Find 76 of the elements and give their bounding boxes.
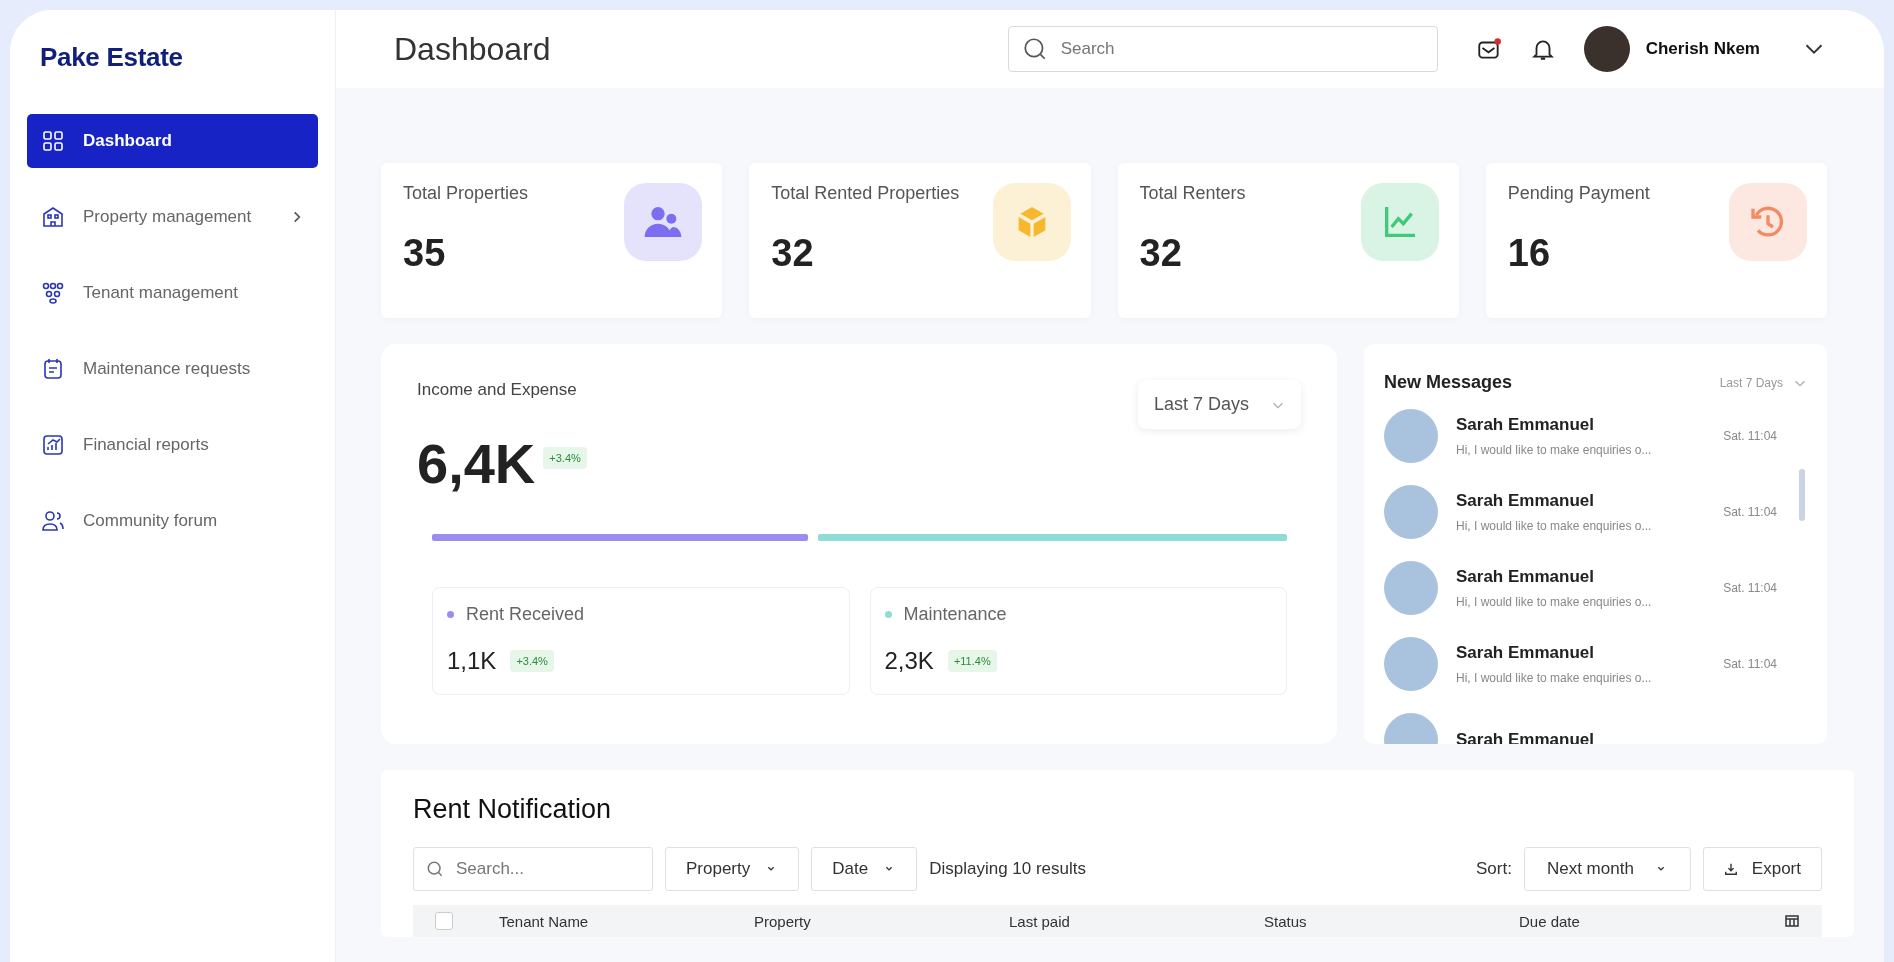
avatar — [1384, 637, 1438, 691]
sidebar-item[interactable]: Property management — [27, 190, 318, 244]
stat-label: Total Renters — [1139, 183, 1246, 204]
total-amount: 6,4K — [417, 431, 536, 496]
card-title: Income and Expense — [417, 380, 577, 400]
search-field[interactable]: Search — [1007, 26, 1438, 72]
message-item[interactable]: Sarah Emmanuel Hi, I would like to make enquiries o... Sat. 11:04 — [1384, 485, 1807, 539]
change-tag: +3.4% — [543, 446, 587, 469]
stat-value: 32 — [1139, 232, 1183, 275]
brand-logo: Pake Estate — [39, 41, 184, 74]
search-icon — [425, 859, 445, 879]
stat-label: Total Rented Properties — [771, 183, 960, 204]
avatar — [1384, 409, 1438, 463]
checkbox[interactable] — [435, 912, 453, 930]
stat-value: 16 — [1507, 232, 1552, 275]
message-item[interactable]: Sarah Emmanuel Hi, I would like to make enquiries o... Sat. 11:04 — [1384, 637, 1807, 691]
search-icon — [1021, 36, 1048, 62]
message-preview: Hi, I would like to make enquiries o... — [1456, 519, 1653, 533]
avatar — [1384, 561, 1438, 615]
message-preview: Hi, I would like to make enquiries o... — [1456, 595, 1653, 609]
search-field[interactable]: Search... — [413, 847, 653, 891]
message-item[interactable]: Sarah Emmanuel Hi, I would like to make enquiries o... Sat. 11:04 — [1384, 409, 1807, 463]
grid-icon — [41, 129, 65, 153]
breakdown-value: 2,3K — [884, 647, 934, 675]
stat-value: 32 — [771, 232, 815, 275]
mail-icon[interactable] — [1475, 36, 1502, 62]
sender-name: Sarah Emmanuel — [1456, 567, 1595, 587]
breakdown-label: Maintenance — [903, 604, 1007, 625]
sender-name: Sarah Emmanuel — [1456, 491, 1595, 511]
breakdown-value: 1,1K — [447, 647, 497, 675]
period-dropdown[interactable]: Last 7 Days — [1137, 380, 1301, 429]
message-preview: Hi, I would like to make enquiries o... — [1456, 671, 1653, 685]
report-icon — [41, 433, 65, 457]
column-header: Last paid — [1009, 912, 1071, 930]
change-tag: +11.4% — [947, 650, 997, 672]
user-name: Cherish Nkem — [1645, 39, 1760, 59]
message-preview: Hi, I would like to make enquiries o... — [1456, 443, 1653, 457]
download-icon — [1723, 862, 1738, 876]
column-header: Property — [754, 912, 812, 930]
building-icon — [41, 205, 65, 229]
filter-dropdown[interactable]: Date — [811, 847, 918, 891]
stat-label: Pending Payment — [1507, 183, 1650, 204]
avatar — [1384, 485, 1438, 539]
scrollbar[interactable] — [1799, 469, 1805, 521]
sender-name: Sarah Emmanuel — [1456, 643, 1595, 663]
message-time: Sat. 11:04 — [1723, 581, 1777, 595]
users-icon — [41, 509, 65, 533]
result-count: Displaying 10 results — [929, 859, 1087, 879]
sidebar-item[interactable]: Financial reports — [27, 418, 318, 472]
column-header: Status — [1264, 912, 1308, 930]
export-button[interactable]: Export — [1702, 847, 1822, 891]
message-time: Sat. 11:04 — [1723, 657, 1777, 671]
columns-icon[interactable] — [1784, 913, 1800, 929]
change-tag: +3.4% — [510, 650, 554, 672]
sidebar-item[interactable]: Dashboard — [27, 114, 318, 168]
sidebar-item[interactable]: Tenant management — [27, 266, 318, 320]
sort-dropdown[interactable]: Next month — [1523, 847, 1691, 891]
message-time: Sat. 11:04 — [1723, 505, 1777, 519]
filter-dropdown[interactable]: Property — [665, 847, 800, 891]
stat-value: 35 — [403, 232, 447, 275]
message-item[interactable]: Sarah Emmanuel Hi, I would like to make enquiries o... Sat. 11:04 — [1384, 561, 1807, 615]
calendar-icon — [41, 357, 65, 381]
stat-label: Total Properties — [403, 183, 529, 204]
page-title: Dashboard — [394, 30, 552, 68]
column-header: Due date — [1519, 912, 1581, 930]
breakdown-label: Rent Received — [466, 604, 585, 625]
people-icon — [41, 281, 65, 305]
card-title: New Messages — [1384, 372, 1514, 393]
message-time: Sat. 11:04 — [1723, 429, 1777, 443]
user-avatar[interactable] — [1583, 26, 1630, 72]
sort-label: Sort: — [1476, 859, 1512, 879]
sender-name: Sarah Emmanuel — [1456, 415, 1595, 435]
sidebar-item[interactable]: Community forum — [27, 494, 318, 548]
column-header: Tenant Name — [499, 912, 590, 930]
section-title: Rent Notification — [413, 794, 613, 825]
sidebar-item[interactable]: Maintenance requests — [27, 342, 318, 396]
